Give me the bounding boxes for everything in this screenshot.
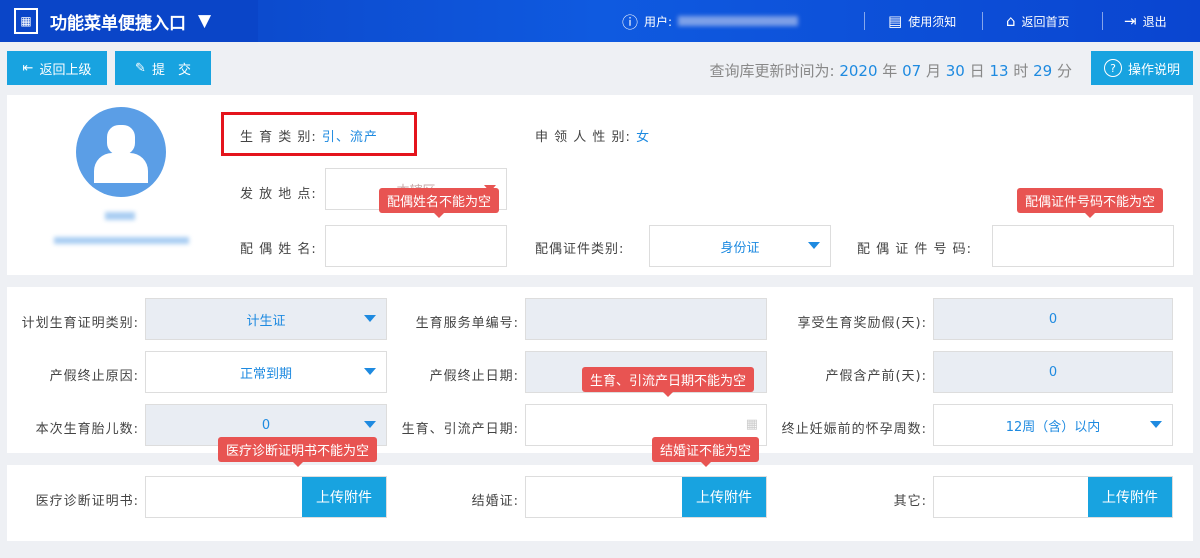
birth-type-value: 引、流产 [321, 130, 378, 145]
plan-cert-value: 计生证 [246, 313, 286, 329]
marriage-error: 结婚证不能为空 [652, 437, 760, 467]
u-month: 月 [925, 62, 941, 80]
spouse-id-no-error: 配偶证件号码不能为空 [1017, 188, 1164, 218]
back-icon: ⇤ [22, 60, 34, 76]
logout-label: 退出 [1142, 14, 1167, 29]
medical-upload[interactable]: 上传附件 [145, 476, 387, 518]
minute: 29 [1033, 62, 1053, 80]
service-no-input[interactable] [525, 298, 767, 340]
other-upload-button[interactable]: 上传附件 [1088, 477, 1172, 517]
back-label: 返回上级 [39, 62, 92, 78]
other-upload[interactable]: 上传附件 [933, 476, 1173, 518]
prenatal-label: 产假含产前(天): [825, 369, 927, 384]
u-hour: 时 [1013, 62, 1029, 80]
marriage-upload[interactable]: 上传附件 [525, 476, 767, 518]
submit-label: 提 交 [151, 62, 191, 78]
update-time: 查询库更新时间为: 2020 年 07 月 30 日 13 时 29 分 [709, 60, 1072, 81]
end-reason-label: 产假终止原因: [49, 369, 139, 384]
edit-icon: ✎ [135, 60, 146, 76]
birth-date-label: 生育、引流产日期: [401, 422, 519, 437]
user-info: ⓘ 用户: [622, 0, 799, 42]
spouse-id-no-input[interactable] [992, 225, 1174, 267]
help-button[interactable]: ? 操作说明 [1091, 51, 1193, 85]
spouse-name-error: 配偶姓名不能为空 [379, 188, 500, 218]
u-minute: 分 [1056, 62, 1072, 80]
leave-panel: 计划生育证明类别: 计生证 生育服务单编号: 享受生育奖励假(天): 0 产假终… [7, 287, 1193, 453]
avatar [76, 107, 166, 197]
other-label: 其它: [893, 494, 927, 509]
user-label: 用户: [644, 14, 673, 29]
marriage-label: 结婚证: [471, 494, 519, 509]
reward-leave-input[interactable]: 0 [933, 298, 1173, 340]
gender-value: 女 [636, 130, 651, 145]
spouse-name-input[interactable] [325, 225, 507, 267]
menu-shortcut[interactable]: ▦ 功能菜单便捷入口 ▼ [0, 0, 258, 42]
day: 30 [945, 62, 965, 80]
back-button[interactable]: ⇤ 返回上级 [7, 51, 107, 85]
applicant-id-blurred [54, 237, 189, 244]
logout-icon: ⇥ [1124, 12, 1137, 30]
update-prefix: 查询库更新时间为: [709, 62, 835, 80]
reward-leave-value: 0 [1048, 311, 1058, 327]
plan-cert-select[interactable]: 计生证 [145, 298, 387, 340]
u-year: 年 [882, 62, 898, 80]
home-label: 返回首页 [1021, 14, 1070, 29]
top-bar: ▦ 功能菜单便捷入口 ▼ ⓘ 用户: ▤ 使用须知 ⌂ 返回首页 ⇥ 退出 [0, 0, 1200, 42]
medical-label: 医疗诊断证明书: [35, 494, 139, 509]
grid-icon: ▦ [14, 8, 38, 34]
month: 07 [902, 62, 922, 80]
fetus-count-label: 本次生育胎儿数: [35, 422, 139, 437]
app-title: 功能菜单便捷入口 [50, 13, 186, 34]
plan-cert-label: 计划生育证明类别: [21, 316, 139, 331]
weeks-select[interactable]: 12周（含）以内 [933, 404, 1173, 446]
weeks-label: 终止妊娠前的怀孕周数: [781, 422, 927, 437]
end-reason-select[interactable]: 正常到期 [145, 351, 387, 393]
notice-label: 使用须知 [908, 14, 957, 29]
calendar-icon[interactable]: ▦ [746, 417, 758, 432]
end-date-label: 产假终止日期: [429, 369, 519, 384]
spouse-id-type-label: 配偶证件类别: [535, 242, 625, 257]
medical-upload-button[interactable]: 上传附件 [302, 477, 386, 517]
birth-type: 生 育 类 别: 引、流产 [240, 126, 378, 145]
notice-link[interactable]: ▤ 使用须知 [888, 0, 956, 42]
marriage-upload-button[interactable]: 上传附件 [682, 477, 766, 517]
help-label: 操作说明 [1127, 62, 1180, 78]
fetus-count-value: 0 [261, 417, 271, 433]
gender: 申 领 人 性 别: 女 [535, 126, 650, 145]
gender-label: 申 领 人 性 别: [535, 130, 631, 145]
weeks-value: 12周（含）以内 [1005, 419, 1101, 435]
submit-button[interactable]: ✎ 提 交 [115, 51, 211, 85]
prenatal-input[interactable]: 0 [933, 351, 1173, 393]
user-icon: ⓘ [622, 13, 639, 32]
reward-leave-label: 享受生育奖励假(天): [797, 316, 927, 331]
service-no-label: 生育服务单编号: [415, 316, 519, 331]
u-day: 日 [969, 62, 985, 80]
birth-type-label: 生 育 类 别: [240, 130, 317, 145]
profile-panel: 生 育 类 别: 引、流产 申 领 人 性 别: 女 发 放 地 点: 本辖区 … [7, 95, 1193, 275]
spouse-id-type-select[interactable]: 身份证 [649, 225, 831, 267]
attachments-panel: 医疗诊断证明书: 上传附件 结婚证: 上传附件 其它: 上传附件 [7, 465, 1193, 541]
document-icon: ▤ [888, 12, 903, 30]
birth-date-error: 生育、引流产日期不能为空 [582, 367, 755, 397]
spouse-id-no-label: 配 偶 证 件 号 码: [857, 242, 973, 257]
question-icon: ? [1103, 59, 1122, 77]
home-link[interactable]: ⌂ 返回首页 [1006, 0, 1070, 42]
place-label: 发 放 地 点: [240, 187, 317, 202]
logout-link[interactable]: ⇥ 退出 [1124, 0, 1167, 42]
spouse-id-type-value: 身份证 [720, 240, 760, 256]
home-icon: ⌂ [1006, 12, 1016, 30]
end-reason-value: 正常到期 [239, 366, 292, 382]
medical-error: 医疗诊断证明书不能为空 [218, 437, 378, 467]
spouse-name-label: 配 偶 姓 名: [240, 242, 317, 257]
user-name-blurred [678, 16, 799, 26]
year: 2020 [839, 62, 878, 80]
prenatal-value: 0 [1048, 364, 1058, 380]
applicant-name-blurred [105, 212, 135, 220]
caret-down-icon: ▼ [198, 11, 212, 31]
hour: 13 [989, 62, 1009, 80]
